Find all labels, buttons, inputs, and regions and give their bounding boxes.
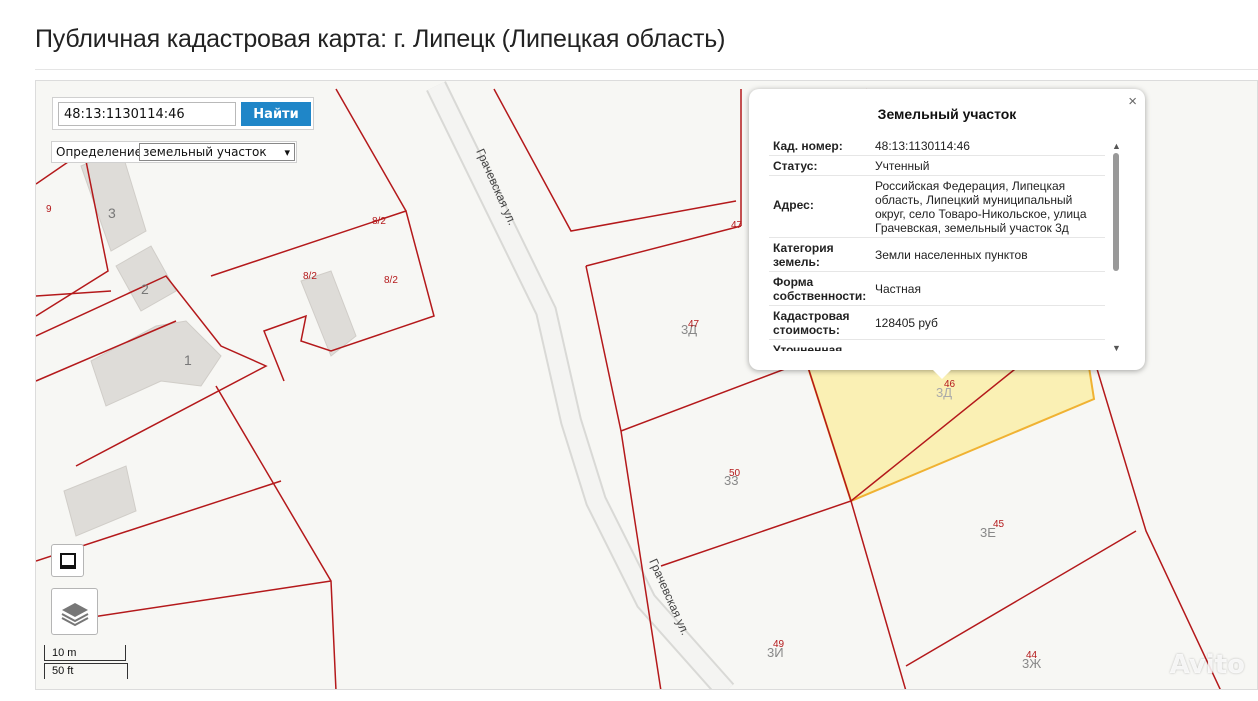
scroll-up-icon[interactable]: ▲: [1112, 141, 1121, 151]
scroll-thumb[interactable]: [1113, 153, 1119, 271]
popup-title: Земельный участок: [877, 106, 1017, 122]
scale-metric: 10 m: [44, 645, 126, 661]
page-title: Публичная кадастровая карта: г. Липецк (…: [35, 25, 726, 53]
popup-info-table[interactable]: Кад. номер: 48:13:1130114:46 Статус: Учт…: [769, 136, 1105, 351]
address-label: 3Д: [936, 385, 952, 400]
info-value: 48:13:1130114:46: [875, 139, 970, 153]
info-key: Уточненная площадь: [773, 343, 843, 351]
info-key: Кад. номер: [773, 139, 839, 153]
parcel-number: 8/2: [303, 271, 317, 282]
search-panel: Найти: [52, 97, 314, 130]
info-key: Категория земель: [773, 241, 834, 269]
building-number: 1: [184, 352, 192, 368]
address-label: 3Е: [980, 525, 996, 540]
address-label: 3Ж: [1022, 656, 1041, 671]
scroll-down-icon[interactable]: ▼: [1112, 343, 1121, 353]
definition-row: Определение: земельный участок ▾: [51, 141, 297, 163]
building-number: 3: [108, 205, 116, 221]
info-key: Кадастровая стоимость: [773, 309, 850, 337]
popup-pointer: [932, 369, 952, 379]
info-value: Российская Федерация, Липецкая область, …: [875, 179, 1087, 235]
chevron-down-icon: ▾: [284, 146, 290, 159]
parcel-number: 8/2: [372, 216, 386, 227]
parcel-number: 47: [688, 319, 700, 330]
definition-select[interactable]: земельный участок ▾: [139, 143, 295, 161]
street: [426, 81, 735, 689]
info-value: Частная: [875, 282, 921, 296]
cadastral-search-input[interactable]: [58, 102, 236, 126]
definition-selected: земельный участок: [143, 145, 267, 159]
info-row: Категория земель: Земли населенных пункт…: [769, 238, 1105, 272]
definition-label: Определение:: [56, 145, 147, 159]
cadastral-map[interactable]: 9 3 2 1 8/2 8/2 8/2 47 3Д 47 46 3Д 50 33…: [35, 80, 1258, 690]
info-row: Адрес: Российская Федерация, Липецкая об…: [769, 176, 1105, 238]
layers-button[interactable]: [51, 588, 98, 635]
scale-imperial: 50 ft: [44, 663, 128, 679]
info-row: Кадастровая стоимость: 128405 руб: [769, 306, 1105, 340]
title-divider: [35, 69, 1258, 70]
info-value: 128405 руб: [875, 316, 938, 330]
fullscreen-button[interactable]: [51, 544, 84, 577]
fullscreen-icon: [60, 553, 76, 569]
address-label: 3И: [767, 645, 784, 660]
info-key: Статус: [773, 159, 814, 173]
info-row: Форма собственности: Частная: [769, 272, 1105, 306]
find-button[interactable]: Найти: [241, 102, 311, 126]
parcel-number: 9: [46, 204, 52, 215]
info-key: Адрес: [773, 198, 810, 212]
info-value: Земли населенных пунктов: [875, 248, 1028, 262]
watermark-logo: Avito: [1169, 650, 1245, 680]
info-value: 1220 кв.м: [875, 340, 1105, 351]
parcel-info-popup: × Земельный участок Кад. номер: 48:13:11…: [749, 89, 1145, 379]
parcel-number: 8/2: [384, 275, 398, 286]
info-value: Учтенный: [875, 159, 930, 173]
parcel-number: 47: [731, 220, 743, 231]
info-row: Кад. номер: 48:13:1130114:46: [769, 136, 1105, 156]
info-key: Форма собственности: [773, 275, 863, 303]
info-row: Уточненная площадь: 1220 кв.м: [769, 340, 1105, 351]
popup-scrollbar[interactable]: ▲ ▼: [1112, 141, 1121, 353]
layers-icon: [61, 603, 89, 627]
address-label: 33: [724, 473, 738, 488]
building-number: 2: [141, 281, 149, 297]
info-row: Статус: Учтенный: [769, 156, 1105, 176]
